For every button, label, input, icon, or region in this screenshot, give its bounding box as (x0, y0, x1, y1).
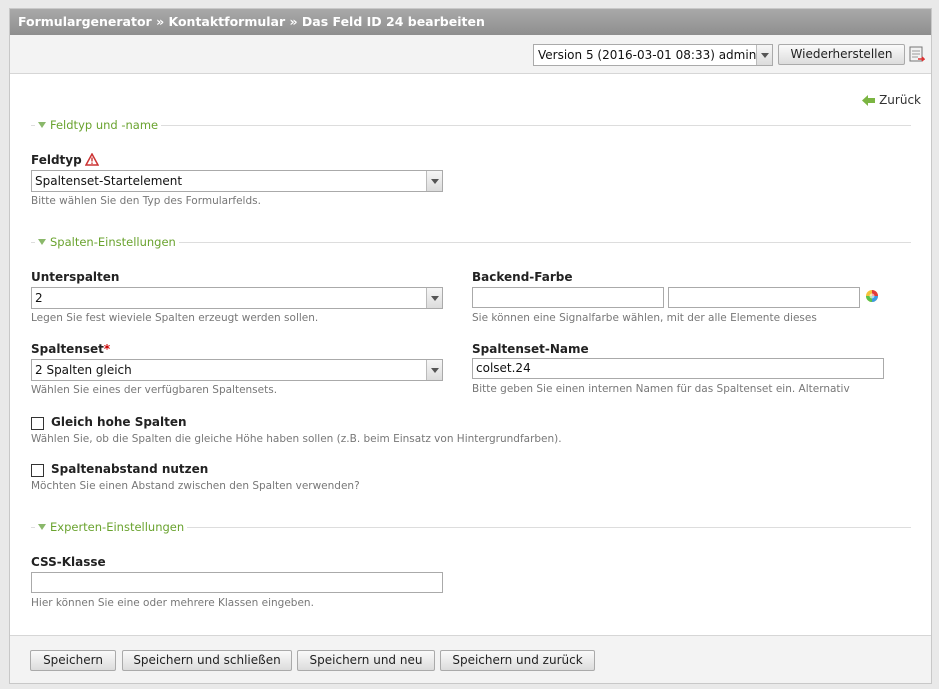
chevron-down-icon (426, 360, 442, 380)
gleich-hohe-hint: Wählen Sie, ob die Spalten die gleiche H… (31, 433, 562, 445)
feldtyp-label: Feldtyp (31, 153, 99, 167)
css-klasse-label: CSS-Klasse (31, 555, 106, 569)
save-new-button[interactable]: Speichern und neu (297, 650, 435, 671)
footer-bar: Speichern Speichern und schließen Speich… (10, 635, 931, 683)
backend-farbe-input-1[interactable] (472, 287, 664, 308)
section-title: Spalten-Einstellungen (50, 235, 176, 249)
spaltenset-name-label: Spaltenset-Name (472, 342, 589, 356)
collapse-triangle-icon (38, 122, 46, 128)
color-picker-icon[interactable] (865, 289, 879, 306)
unterspalten-value: 2 (35, 291, 43, 305)
gleich-hohe-label: Gleich hohe Spalten (51, 415, 187, 429)
save-button[interactable]: Speichern (30, 650, 116, 671)
edit-panel: Formulargenerator » Kontaktformular » Da… (9, 8, 932, 684)
spaltenset-select[interactable]: 2 Spalten gleich (31, 359, 443, 381)
warning-icon (84, 153, 99, 166)
backend-farbe-input-2[interactable] (668, 287, 860, 308)
back-arrow-icon (862, 95, 876, 106)
feldtyp-select[interactable]: Spaltenset-Startelement (31, 170, 443, 192)
back-label: Zurück (879, 93, 921, 107)
chevron-down-icon (426, 171, 442, 191)
section-experten[interactable]: Experten-Einstellungen (31, 520, 911, 534)
spaltenabstand-label: Spaltenabstand nutzen (51, 462, 209, 476)
chevron-down-icon (756, 45, 772, 65)
back-link[interactable]: Zurück (862, 93, 921, 107)
spaltenset-value: 2 Spalten gleich (35, 363, 132, 377)
chevron-down-icon (426, 288, 442, 308)
version-select-value: Version 5 (2016-03-01 08:33) admin (538, 48, 757, 62)
feldtyp-hint: Bitte wählen Sie den Typ des Formularfel… (31, 195, 261, 207)
spaltenabstand-hint: Möchten Sie einen Abstand zwischen den S… (31, 480, 360, 492)
save-back-button[interactable]: Speichern und zurück (440, 650, 595, 671)
restore-button[interactable]: Wiederherstellen (778, 44, 905, 65)
css-klasse-hint: Hier können Sie eine oder mehrere Klasse… (31, 597, 314, 609)
version-bar: Version 5 (2016-03-01 08:33) admin Wiede… (10, 35, 931, 74)
section-title: Feldtyp und -name (50, 118, 159, 132)
css-klasse-input[interactable] (31, 572, 443, 593)
gleich-hohe-checkbox[interactable] (31, 417, 44, 430)
spaltenset-name-input[interactable]: colset.24 (472, 358, 884, 379)
unterspalten-hint: Legen Sie fest wieviele Spalten erzeugt … (31, 312, 319, 324)
feldtyp-label-text: Feldtyp (31, 153, 82, 167)
spaltenset-label-text: Spaltenset (31, 342, 104, 356)
spaltenset-name-hint: Bitte geben Sie einen internen Namen für… (472, 383, 850, 395)
restore-icon[interactable] (909, 45, 926, 63)
breadcrumb: Formulargenerator » Kontaktformular » Da… (10, 9, 931, 35)
feldtyp-value: Spaltenset-Startelement (35, 174, 183, 188)
spaltenabstand-checkbox[interactable] (31, 464, 44, 477)
collapse-triangle-icon (38, 239, 46, 245)
unterspalten-select[interactable]: 2 (31, 287, 443, 309)
collapse-triangle-icon (38, 524, 46, 530)
unterspalten-label: Unterspalten (31, 270, 120, 284)
section-title: Experten-Einstellungen (50, 520, 185, 534)
spaltenset-hint: Wählen Sie eines der verfügbaren Spalten… (31, 384, 278, 396)
required-marker: * (103, 342, 111, 356)
version-select[interactable]: Version 5 (2016-03-01 08:33) admin (533, 44, 773, 66)
save-close-button[interactable]: Speichern und schließen (122, 650, 292, 671)
backend-farbe-label: Backend-Farbe (472, 270, 573, 284)
spaltenset-label: Spaltenset* (31, 342, 110, 356)
section-spalten[interactable]: Spalten-Einstellungen (31, 235, 911, 249)
section-feldtyp[interactable]: Feldtyp und -name (31, 118, 911, 132)
backend-farbe-hint: Sie können eine Signalfarbe wählen, mit … (472, 312, 817, 324)
